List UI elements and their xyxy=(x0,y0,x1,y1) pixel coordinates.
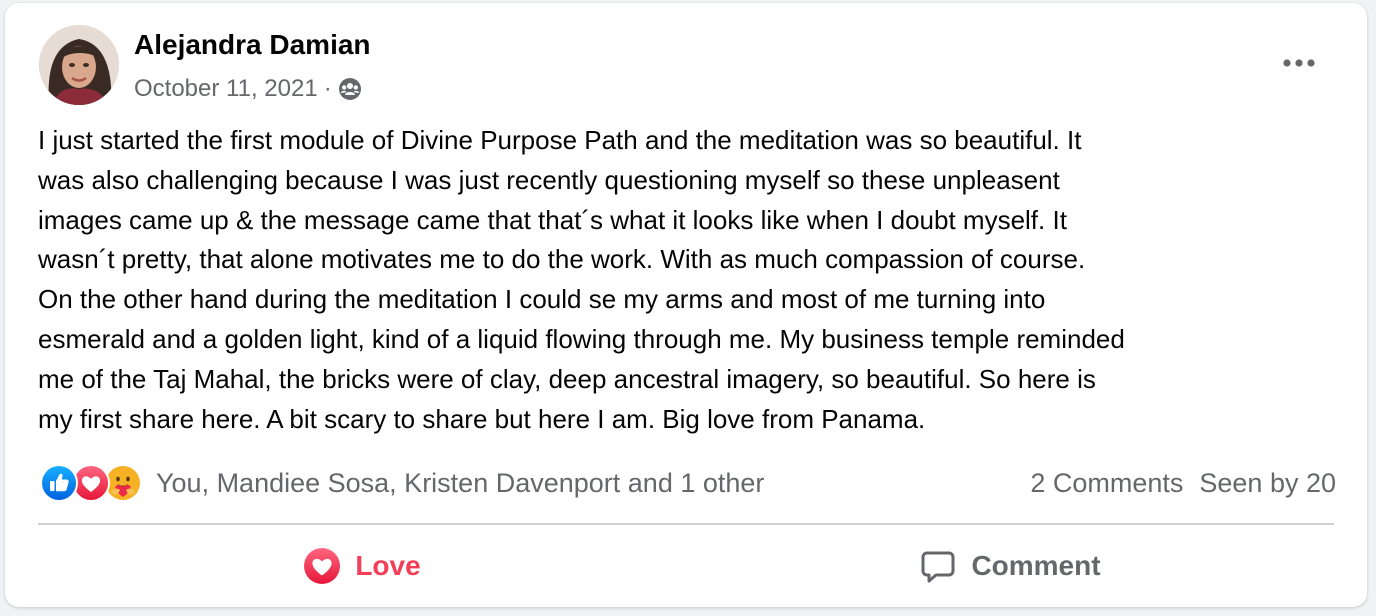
avatar-image xyxy=(39,25,119,105)
reaction-icons[interactable] xyxy=(40,463,142,503)
comment-button[interactable]: Comment xyxy=(686,535,1334,597)
avatar[interactable] xyxy=(39,25,119,105)
author-name[interactable]: Alejandra Damian xyxy=(134,29,371,61)
love-icon xyxy=(303,547,341,585)
more-options-button[interactable] xyxy=(1273,43,1325,83)
post-stats: 2 Comments Seen by 20 xyxy=(1030,468,1336,499)
post-meta: October 11, 2021 · xyxy=(134,73,362,105)
comments-count[interactable]: 2 Comments xyxy=(1030,468,1183,499)
post-date[interactable]: October 11, 2021 xyxy=(134,75,318,103)
seen-by-count[interactable]: Seen by 20 xyxy=(1199,468,1336,499)
post-text: I just started the first module of Divin… xyxy=(38,125,1125,434)
post-actions: Love Comment xyxy=(38,535,1334,597)
reaction-names[interactable]: You, Mandiee Sosa, Kristen Davenport and… xyxy=(156,468,764,499)
like-icon xyxy=(40,464,78,502)
reactions-summary: You, Mandiee Sosa, Kristen Davenport and… xyxy=(40,461,1336,505)
love-button[interactable]: Love xyxy=(38,535,686,597)
more-options-icon xyxy=(1283,59,1315,67)
comment-label: Comment xyxy=(971,550,1101,581)
comment-icon xyxy=(919,547,957,585)
divider xyxy=(38,523,1334,525)
meta-separator: · xyxy=(323,75,332,102)
group-icon[interactable] xyxy=(338,77,362,101)
post-card: Alejandra Damian October 11, 2021 · I ju… xyxy=(5,3,1367,607)
love-label: Love xyxy=(355,550,421,581)
